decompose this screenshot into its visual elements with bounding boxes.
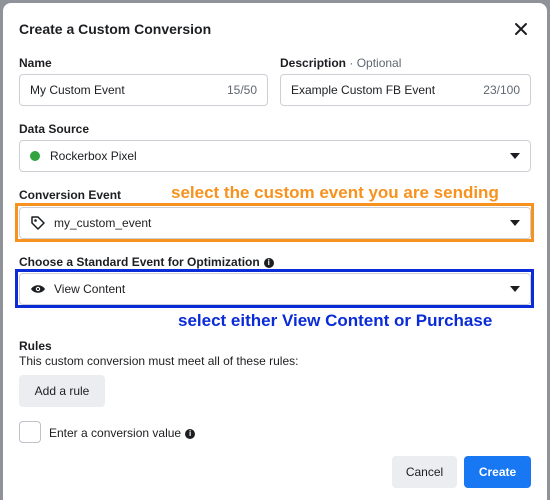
annotation-blue: select either View Content or Purchase (178, 311, 493, 330)
conversion-value-checkbox[interactable] (19, 421, 41, 443)
info-icon: i (263, 258, 274, 268)
description-label: Description · Optional (280, 56, 402, 70)
name-label: Name (19, 56, 52, 70)
create-custom-conversion-modal: Create a Custom Conversion Name My Custo… (3, 3, 547, 500)
name-char-count: 15/50 (226, 83, 257, 97)
conversion-event-label: Conversion Event (19, 188, 122, 202)
add-rule-button[interactable]: Add a rule (19, 375, 105, 407)
info-icon: i (185, 429, 196, 439)
chevron-down-icon (510, 153, 520, 159)
data-source-value: Rockerbox Pixel (50, 149, 137, 163)
blue-highlight-box (15, 269, 534, 308)
status-dot-icon (30, 151, 40, 161)
description-input[interactable]: Example Custom FB Event 23/100 (280, 74, 531, 106)
description-char-count: 23/100 (483, 83, 520, 97)
rules-description: This custom conversion must meet all of … (19, 354, 299, 368)
description-input-value: Example Custom FB Event (291, 83, 436, 97)
cancel-button[interactable]: Cancel (392, 456, 457, 488)
name-input[interactable]: My Custom Event 15/50 (19, 74, 268, 106)
conversion-value-label: Enter a conversion value i (49, 426, 196, 440)
data-source-select[interactable]: Rockerbox Pixel (19, 140, 531, 172)
rules-title: Rules (19, 339, 52, 353)
close-icon (515, 23, 527, 35)
annotation-orange: select the custom event you are sending (171, 183, 499, 202)
orange-highlight-box (15, 203, 534, 242)
create-button[interactable]: Create (464, 456, 531, 488)
close-button[interactable] (511, 19, 531, 39)
data-source-label: Data Source (19, 122, 90, 136)
standard-event-label: Choose a Standard Event for Optimization… (19, 255, 274, 269)
modal-title: Create a Custom Conversion (19, 21, 212, 37)
optional-tag: · Optional (349, 56, 402, 70)
name-input-value: My Custom Event (30, 83, 125, 97)
